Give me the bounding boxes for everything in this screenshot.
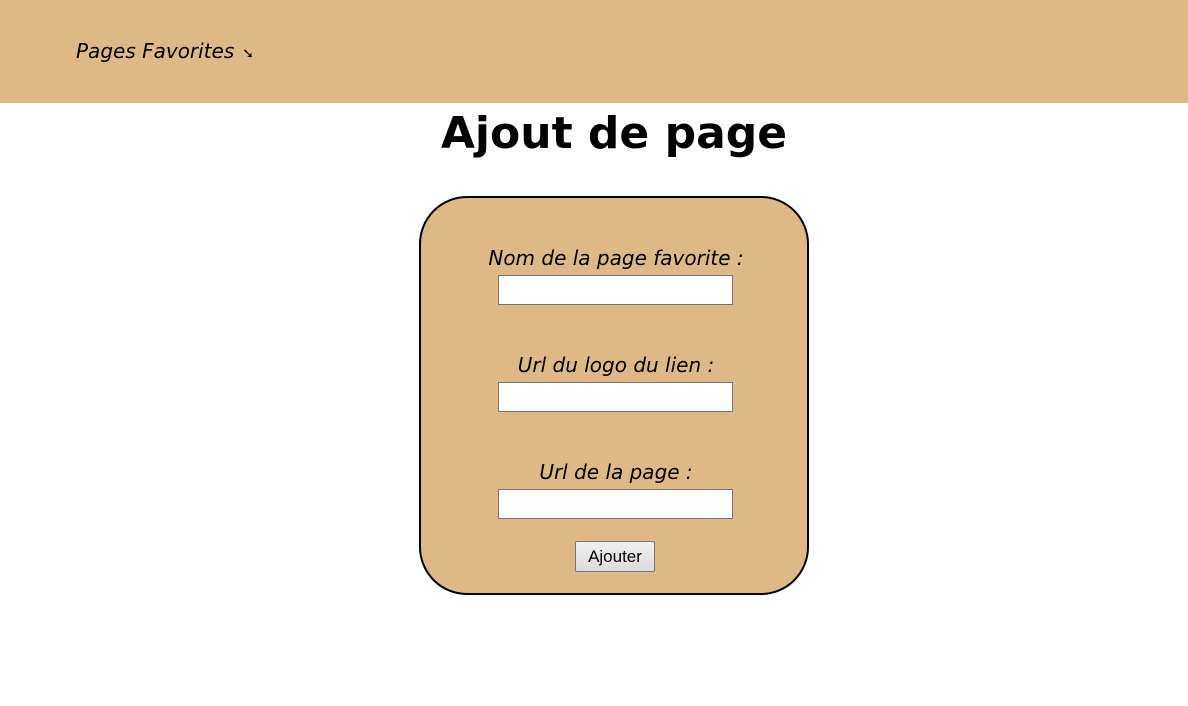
add-page-form: Nom de la page favorite : Url du logo du… (419, 196, 809, 595)
header-bar: Pages Favorites ➘ (0, 0, 1188, 103)
page-url-label: Url de la page : (539, 460, 693, 484)
page-name-input[interactable] (498, 275, 733, 305)
page-title: Ajout de page (440, 108, 788, 159)
arrow-down-icon: ➘ (242, 46, 255, 62)
logo-url-input[interactable] (498, 382, 733, 412)
page-name-label: Nom de la page favorite : (488, 246, 744, 270)
add-button[interactable]: Ajouter (575, 541, 655, 572)
nav-link-favorite-pages[interactable]: Pages Favorites ➘ (76, 37, 254, 68)
logo-url-label: Url du logo du lien : (517, 353, 715, 377)
nav-link-label: Pages Favorites (76, 39, 235, 63)
page-url-input[interactable] (498, 489, 733, 519)
